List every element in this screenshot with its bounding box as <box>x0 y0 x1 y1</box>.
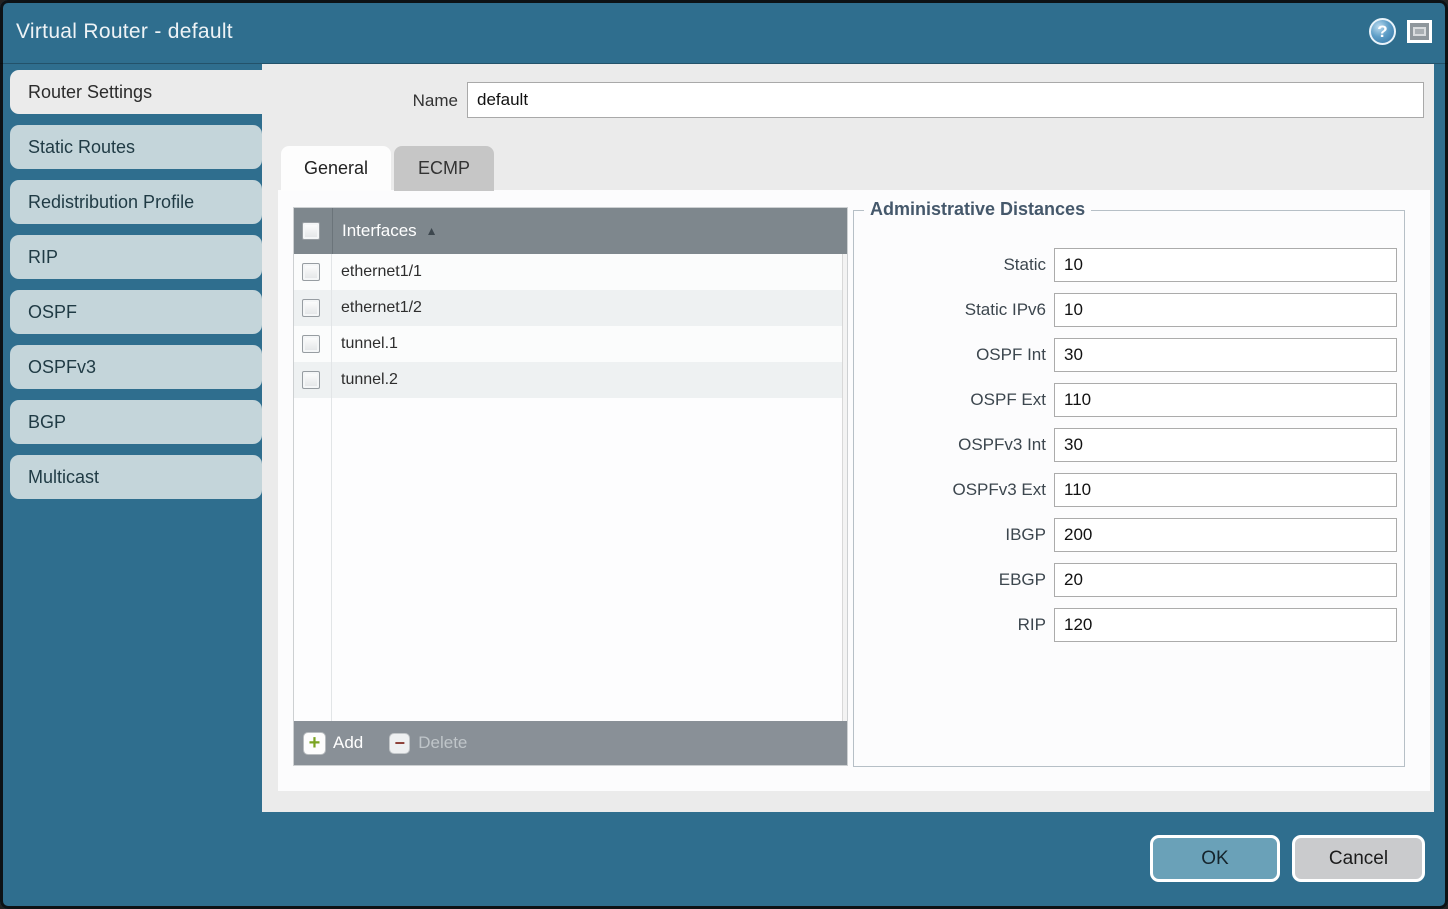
sidebar-item-redistribution-profile[interactable]: Redistribution Profile <box>10 180 262 224</box>
ospfv3-int-label: OSPFv3 Int <box>854 435 1046 455</box>
interfaces-table-header[interactable]: Interfaces ▲ <box>294 208 847 254</box>
titlebar-icons: ? <box>1369 18 1432 45</box>
table-row-tunnel-1[interactable]: tunnel.1 <box>294 326 847 362</box>
static-ipv6-input[interactable] <box>1054 293 1397 327</box>
cancel-button[interactable]: Cancel <box>1292 835 1425 882</box>
interfaces-table-footer: + Add − Delete <box>294 721 847 765</box>
title-bar: Virtual Router - default ? <box>0 0 1448 64</box>
add-button[interactable]: + Add <box>303 732 363 755</box>
ebgp-label: EBGP <box>854 570 1046 590</box>
interfaces-table: Interfaces ▲ ethernet1/1 ethernet1/2 tun… <box>293 207 848 766</box>
ospf-int-input[interactable] <box>1054 338 1397 372</box>
interface-name: ethernet1/2 <box>341 299 422 317</box>
sort-asc-icon[interactable]: ▲ <box>426 224 438 238</box>
main-panel: Name General ECMP Interfaces ▲ <box>262 64 1434 812</box>
ibgp-input[interactable] <box>1054 518 1397 552</box>
tab-ecmp[interactable]: ECMP <box>394 146 494 191</box>
static-label: Static <box>854 255 1046 275</box>
select-all-checkbox[interactable] <box>302 222 320 240</box>
sidebar-item-label: OSPFv3 <box>28 357 96 378</box>
static-input[interactable] <box>1054 248 1397 282</box>
table-row-tunnel-2[interactable]: tunnel.2 <box>294 362 847 398</box>
column-divider <box>331 254 332 721</box>
administrative-distances-fields: Static Static IPv6 OSPF Int OSPF Ext <box>854 248 1404 653</box>
row-checkbox[interactable] <box>302 371 320 389</box>
name-input[interactable] <box>467 82 1424 118</box>
virtual-router-dialog: Virtual Router - default ? Router Settin… <box>0 0 1448 909</box>
ospfv3-ext-label: OSPFv3 Ext <box>854 480 1046 500</box>
administrative-distances-fieldset: Administrative Distances Static Static I… <box>853 210 1405 767</box>
field-row-ibgp: IBGP <box>854 518 1404 552</box>
sidebar-item-ospfv3[interactable]: OSPFv3 <box>10 345 262 389</box>
sidebar-item-ospf[interactable]: OSPF <box>10 290 262 334</box>
tab-label: General <box>304 158 368 179</box>
minus-glyph: − <box>394 734 405 752</box>
interfaces-table-body: ethernet1/1 ethernet1/2 tunnel.1 tunnel.… <box>294 254 847 721</box>
sidebar-item-label: Redistribution Profile <box>28 192 194 213</box>
add-button-label: Add <box>333 733 363 753</box>
dialog-title: Virtual Router - default <box>16 20 233 44</box>
sidebar-nav: Router Settings Static Routes Redistribu… <box>10 70 262 510</box>
delete-button-label: Delete <box>418 733 467 753</box>
interface-name: tunnel.1 <box>341 335 398 353</box>
field-row-rip: RIP <box>854 608 1404 642</box>
plus-glyph: + <box>309 733 321 753</box>
field-row-static: Static <box>854 248 1404 282</box>
ok-button[interactable]: OK <box>1150 835 1280 882</box>
field-row-ebgp: EBGP <box>854 563 1404 597</box>
sidebar-item-rip[interactable]: RIP <box>10 235 262 279</box>
field-row-ospf-ext: OSPF Ext <box>854 383 1404 417</box>
field-row-ospfv3-ext: OSPFv3 Ext <box>854 473 1404 507</box>
field-row-ospf-int: OSPF Int <box>854 338 1404 372</box>
row-checkbox[interactable] <box>302 335 320 353</box>
administrative-distances-title: Administrative Distances <box>864 199 1091 220</box>
sidebar-item-label: Router Settings <box>28 82 152 103</box>
sidebar-item-router-settings[interactable]: Router Settings <box>10 70 262 114</box>
rip-input[interactable] <box>1054 608 1397 642</box>
column-divider <box>332 208 333 254</box>
general-tab-panel: Interfaces ▲ ethernet1/1 ethernet1/2 tun… <box>278 190 1430 791</box>
delete-button[interactable]: − Delete <box>389 733 467 754</box>
window-restore-icon[interactable] <box>1407 20 1432 43</box>
interface-name: tunnel.2 <box>341 371 398 389</box>
tab-label: ECMP <box>418 158 470 179</box>
ibgp-label: IBGP <box>854 525 1046 545</box>
row-checkbox[interactable] <box>302 263 320 281</box>
help-glyph: ? <box>1377 22 1387 42</box>
sidebar-item-label: BGP <box>28 412 66 433</box>
rip-label: RIP <box>854 615 1046 635</box>
row-checkbox[interactable] <box>302 299 320 317</box>
ebgp-input[interactable] <box>1054 563 1397 597</box>
ospf-ext-input[interactable] <box>1054 383 1397 417</box>
help-icon[interactable]: ? <box>1369 18 1396 45</box>
field-row-ospfv3-int: OSPFv3 Int <box>854 428 1404 462</box>
ok-button-label: OK <box>1201 848 1228 870</box>
field-row-static-ipv6: Static IPv6 <box>854 293 1404 327</box>
table-row-ethernet1-1[interactable]: ethernet1/1 <box>294 254 847 290</box>
sidebar-item-label: Multicast <box>28 467 99 488</box>
sidebar-item-bgp[interactable]: BGP <box>10 400 262 444</box>
ospf-int-label: OSPF Int <box>854 345 1046 365</box>
table-scrollbar[interactable] <box>842 254 847 721</box>
cancel-button-label: Cancel <box>1329 848 1388 870</box>
sidebar-item-label: OSPF <box>28 302 77 323</box>
plus-icon: + <box>303 732 326 755</box>
interfaces-column-header: Interfaces <box>342 221 417 241</box>
static-ipv6-label: Static IPv6 <box>854 300 1046 320</box>
interface-name: ethernet1/1 <box>341 263 422 281</box>
ospfv3-int-input[interactable] <box>1054 428 1397 462</box>
minus-icon: − <box>389 733 410 754</box>
window-restore-glyph <box>1413 27 1426 36</box>
ospfv3-ext-input[interactable] <box>1054 473 1397 507</box>
name-label: Name <box>262 91 458 111</box>
sidebar-item-multicast[interactable]: Multicast <box>10 455 262 499</box>
tab-general[interactable]: General <box>281 146 391 191</box>
ospf-ext-label: OSPF Ext <box>854 390 1046 410</box>
sidebar-item-label: RIP <box>28 247 58 268</box>
sidebar-item-static-routes[interactable]: Static Routes <box>10 125 262 169</box>
table-row-ethernet1-2[interactable]: ethernet1/2 <box>294 290 847 326</box>
sidebar-item-label: Static Routes <box>28 137 135 158</box>
